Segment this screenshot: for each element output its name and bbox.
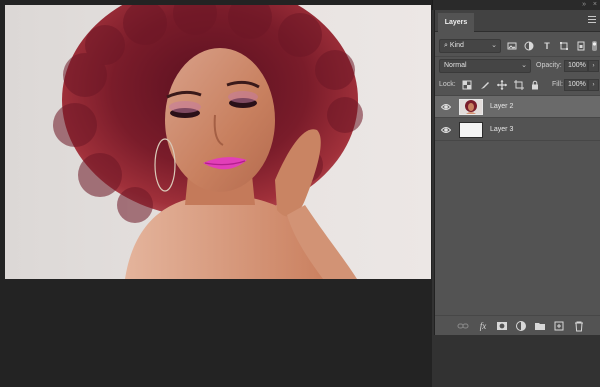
visibility-eye-icon[interactable] <box>441 125 451 135</box>
tab-layers[interactable]: Layers <box>438 13 474 32</box>
lock-artboard-icon[interactable] <box>514 80 524 90</box>
search-icon: ⌕ <box>444 42 448 49</box>
fill-label: Fill: <box>552 81 563 88</box>
layers-footer: fx <box>435 315 600 335</box>
lock-image-pixels-icon[interactable] <box>480 80 490 90</box>
layer-thumbnail-portrait <box>459 99 483 115</box>
filter-row: ⌕ Kind ⌄ T <box>435 38 600 54</box>
panel-tabbar: Layers <box>435 10 600 32</box>
filter-kind-select[interactable]: ⌕ Kind ⌄ <box>439 39 501 53</box>
chevron-down-icon: ⌄ <box>491 42 497 49</box>
shape-filter-icon[interactable] <box>559 41 569 51</box>
portrait-photo <box>53 5 363 279</box>
image-filter-icon[interactable] <box>507 41 517 51</box>
panel-menu-icon[interactable] <box>588 16 596 23</box>
lock-label: Lock: <box>439 81 456 88</box>
separator <box>435 56 600 57</box>
filter-kind-value: Kind <box>449 42 464 49</box>
delete-layer-icon[interactable] <box>573 320 585 332</box>
lock-row: Lock: Fill: 100% › <box>435 77 600 93</box>
opacity-label: Opacity: <box>536 62 562 69</box>
lock-position-icon[interactable] <box>497 80 507 90</box>
canvas-image[interactable] <box>5 5 431 279</box>
blend-row: Normal ⌄ Opacity: 100% › <box>435 58 600 74</box>
smart-object-filter-icon[interactable] <box>576 41 586 51</box>
layer-style-icon[interactable]: fx <box>477 320 489 332</box>
fill-input[interactable]: 100% <box>564 79 588 91</box>
layer-row-layer-2[interactable]: Layer 2 <box>435 96 600 118</box>
add-mask-icon[interactable] <box>496 320 508 332</box>
layers-panel: Layers ⌕Kind ⌄ T Normal ⌄ Opacity: 100% <box>434 10 600 335</box>
layer-name[interactable]: Layer 2 <box>490 103 513 110</box>
filter-toggle-icon[interactable] <box>590 39 599 53</box>
new-group-icon[interactable] <box>534 320 546 332</box>
close-panel-icon[interactable]: × <box>593 1 597 8</box>
adjustment-filter-icon[interactable] <box>524 41 534 51</box>
right-panel-dock: » × Layers ⌕ Kind ⌄ T Normal ⌄ Opacity: … <box>432 0 600 387</box>
lock-transparent-pixels-icon[interactable] <box>462 80 472 90</box>
link-layers-icon[interactable] <box>457 320 469 332</box>
blend-mode-select[interactable]: Normal ⌄ <box>439 59 531 73</box>
lock-all-icon[interactable] <box>530 80 540 90</box>
opacity-input[interactable]: 100% <box>564 60 588 72</box>
opacity-stepper[interactable]: › <box>588 60 599 72</box>
chevron-down-icon: ⌄ <box>521 62 527 69</box>
layer-row-layer-3[interactable]: Layer 3 <box>435 119 600 141</box>
layer-name[interactable]: Layer 3 <box>490 126 513 133</box>
visibility-eye-icon[interactable] <box>441 102 451 112</box>
document-canvas[interactable] <box>0 0 432 387</box>
panel-dock-header: » × <box>432 0 600 10</box>
new-layer-icon[interactable] <box>553 320 565 332</box>
fill-stepper[interactable]: › <box>588 79 599 91</box>
blend-mode-value: Normal <box>444 62 467 69</box>
portrait-thumbnail-icon <box>465 100 477 114</box>
collapse-panels-icon[interactable]: » <box>582 1 586 8</box>
layer-thumbnail-blank <box>459 122 483 138</box>
adjustment-layer-icon[interactable] <box>515 320 527 332</box>
type-filter-icon[interactable]: T <box>542 41 552 51</box>
